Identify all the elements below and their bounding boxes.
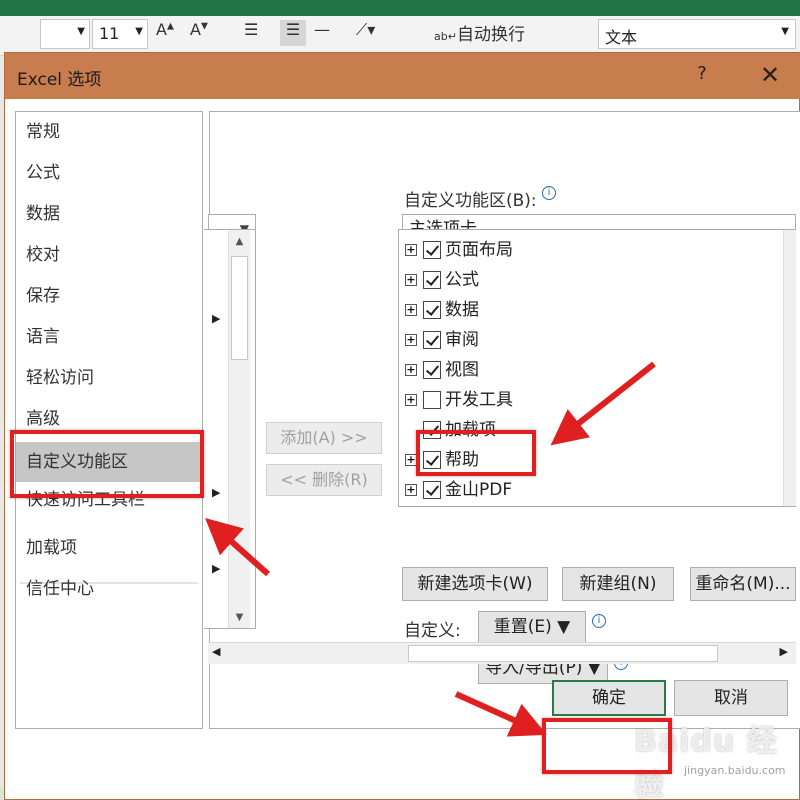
tree-item-developer[interactable]: + 开发工具: [405, 386, 513, 414]
highlight-ok: [542, 718, 672, 774]
font-size-box[interactable]: 11 ▼: [92, 19, 148, 49]
commands-scrollbar[interactable]: ▲ ▼: [228, 230, 250, 628]
reset-button[interactable]: 重置(E) ▼: [478, 611, 586, 643]
customization-label: 自定义:: [404, 621, 461, 641]
category-trust-center[interactable]: 信任中心: [16, 569, 202, 609]
category-formulas[interactable]: 公式: [16, 153, 202, 193]
h-scroll-thumb[interactable]: [408, 645, 718, 662]
wrap-text-button[interactable]: ab↵自动换行: [434, 20, 525, 46]
cancel-button[interactable]: 取消: [674, 680, 788, 716]
tree-item[interactable]: + 页面布局: [405, 236, 513, 264]
remove-button[interactable]: << 删除(R): [266, 464, 382, 496]
expand-icon[interactable]: +: [405, 394, 417, 406]
tree-item[interactable]: + 数据: [405, 296, 479, 324]
font-name-box[interactable]: ▼: [40, 19, 90, 49]
align-bottom-icon[interactable]: —: [314, 20, 330, 46]
category-accessibility[interactable]: 轻松访问: [16, 358, 202, 398]
tree-item[interactable]: + 金山PDF: [405, 476, 512, 504]
ok-button[interactable]: 确定: [552, 680, 666, 716]
number-format-box[interactable]: 文本 ▼: [598, 19, 796, 49]
excel-title-strip: [0, 0, 800, 16]
expand-icon[interactable]: +: [405, 244, 417, 256]
category-save[interactable]: 保存: [16, 276, 202, 316]
tab-checkbox[interactable]: [423, 241, 441, 259]
category-general[interactable]: 常规: [16, 112, 202, 152]
expand-icon[interactable]: +: [405, 274, 417, 286]
dialog-title: Excel 选项: [17, 70, 102, 90]
expand-arrow-icon[interactable]: ▶: [212, 562, 220, 575]
info-icon: i: [542, 186, 557, 200]
highlight-developer: [416, 430, 536, 476]
tree-item[interactable]: + 视图: [405, 356, 479, 384]
commands-list[interactable]: ▶ ▶ ▶ ▲ ▼: [204, 229, 256, 629]
developer-checkbox[interactable]: [423, 391, 441, 409]
tree-item[interactable]: + 审阅: [405, 326, 479, 354]
tab-checkbox[interactable]: [423, 481, 441, 499]
expand-icon[interactable]: +: [405, 484, 417, 496]
tree-item[interactable]: + 公式: [405, 266, 479, 294]
highlight-customize-ribbon: [10, 430, 204, 498]
tab-checkbox[interactable]: [423, 271, 441, 289]
horizontal-scrollbar[interactable]: ◀ ▶: [208, 642, 796, 664]
increase-font-icon[interactable]: A▲: [156, 20, 174, 46]
new-tab-button[interactable]: 新建选项卡(W): [402, 567, 548, 601]
tab-checkbox[interactable]: [423, 331, 441, 349]
expand-icon[interactable]: +: [405, 334, 417, 346]
help-icon[interactable]: ?: [687, 63, 717, 89]
expand-arrow-icon[interactable]: ▶: [212, 312, 220, 325]
orientation-icon[interactable]: ⟋▾: [356, 20, 375, 46]
tab-checkbox[interactable]: [423, 361, 441, 379]
baidu-watermark-url: jingyan.baidu.com: [684, 764, 786, 777]
scroll-up-icon[interactable]: ▲: [229, 232, 250, 252]
dialog-titlebar: Excel 选项 ? ✕: [5, 53, 800, 99]
scroll-thumb[interactable]: [231, 256, 248, 360]
decrease-font-icon[interactable]: A▼: [190, 20, 208, 46]
align-middle-icon[interactable]: ☰: [280, 20, 306, 46]
align-top-icon[interactable]: ☰: [244, 20, 258, 46]
rename-button[interactable]: 重命名(M)...: [690, 567, 796, 601]
new-group-button[interactable]: 新建组(N): [562, 567, 674, 601]
tab-checkbox[interactable]: [423, 301, 441, 319]
category-language[interactable]: 语言: [16, 317, 202, 357]
expand-icon[interactable]: +: [405, 304, 417, 316]
category-list: 常规 公式 数据 校对 保存 语言 轻松访问 高级 自定义功能区 快速访问工具栏…: [15, 111, 203, 729]
category-addins[interactable]: 加载项: [16, 528, 202, 568]
add-button[interactable]: 添加(A) >>: [266, 422, 382, 454]
expand-arrow-icon[interactable]: ▶: [212, 486, 220, 499]
info-icon: i: [592, 614, 606, 628]
expand-icon[interactable]: +: [405, 364, 417, 376]
scroll-left-icon[interactable]: ◀: [212, 645, 220, 658]
customize-ribbon-label: 自定义功能区(B): i: [404, 186, 557, 211]
close-icon[interactable]: ✕: [755, 61, 785, 91]
scroll-down-icon[interactable]: ▼: [229, 608, 250, 628]
tree-scrollbar[interactable]: [783, 230, 796, 506]
scroll-right-icon[interactable]: ▶: [780, 645, 788, 658]
category-data[interactable]: 数据: [16, 194, 202, 234]
category-proofing[interactable]: 校对: [16, 235, 202, 275]
